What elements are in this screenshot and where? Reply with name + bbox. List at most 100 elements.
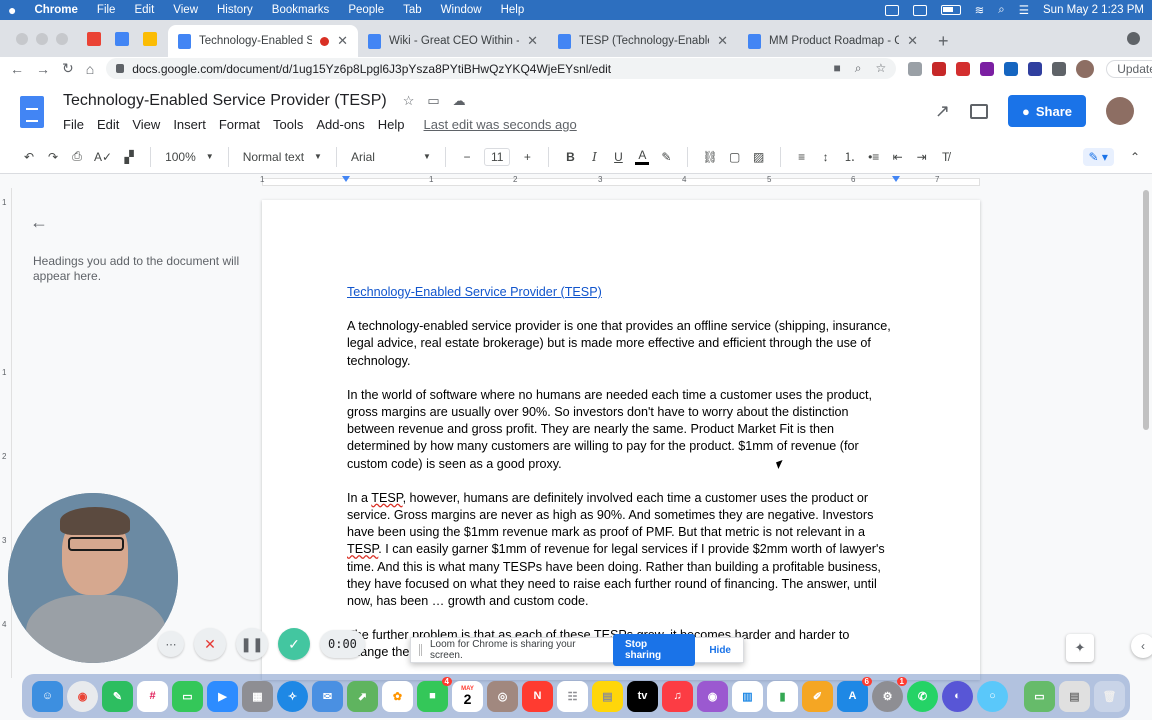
reminders-icon[interactable]: ☷ <box>557 680 588 712</box>
clock[interactable]: Sun May 2 1:23 PM <box>1043 4 1144 16</box>
add-comment-icon[interactable]: ▢ <box>728 150 742 164</box>
redo-icon[interactable]: ↷ <box>46 150 60 164</box>
finder-icon[interactable]: ☺ <box>32 680 63 712</box>
docs-menu-help[interactable]: Help <box>378 117 405 132</box>
cloud-status-icon[interactable]: ☁ <box>453 93 466 109</box>
wifi-icon[interactable]: ≋ <box>975 3 985 17</box>
tab-tesp-doc[interactable]: Technology-Enabled Servic ✕ <box>168 25 358 57</box>
document-stack-icon[interactable]: ▤ <box>1059 680 1090 712</box>
mail-icon[interactable]: ✉ <box>312 680 343 712</box>
app-store-icon[interactable]: A6 <box>837 676 872 712</box>
extension-icon[interactable] <box>908 61 923 76</box>
downloads-folder-icon[interactable]: ▭ <box>1024 680 1055 712</box>
url-text[interactable]: docs.google.com/document/d/1ug15Yz6p8Lpg… <box>132 62 825 76</box>
apple-icon[interactable]: ● <box>8 2 16 18</box>
docs-home-icon[interactable] <box>20 96 44 128</box>
chrome-icon[interactable]: ◉ <box>67 680 98 712</box>
highlight-icon[interactable]: ✎ <box>659 150 673 164</box>
menu-view[interactable]: View <box>173 4 198 16</box>
whatsapp-icon[interactable]: ✆ <box>907 680 938 712</box>
tab-search-icon[interactable] <box>1127 32 1140 45</box>
italic-icon[interactable]: I <box>587 150 601 164</box>
document-page[interactable]: Technology-Enabled Service Provider (TES… <box>262 200 980 680</box>
account-avatar[interactable] <box>1106 97 1134 125</box>
paragraph[interactable]: A technology-enabled service provider is… <box>347 318 892 370</box>
comment-history-icon[interactable] <box>970 103 988 119</box>
vertical-scrollbar[interactable] <box>1140 188 1152 678</box>
numbered-list-icon[interactable]: ⒈ <box>843 148 857 165</box>
system-preferences-icon[interactable]: ⚙ 1 <box>872 676 907 712</box>
messages-icon[interactable]: ▭ <box>172 680 203 712</box>
pinned-tab-drive[interactable] <box>138 27 162 51</box>
line-spacing-icon[interactable]: ↕ <box>819 150 833 164</box>
profile-avatar[interactable] <box>1076 59 1095 78</box>
bold-icon[interactable]: B <box>563 150 577 164</box>
stop-sharing-button[interactable]: Stop sharing <box>612 634 696 666</box>
menu-window[interactable]: Window <box>441 4 482 16</box>
paint-format-icon[interactable]: ▞ <box>122 150 136 164</box>
doc-title[interactable]: Technology-Enabled Service Provider (TES… <box>63 92 387 110</box>
docs-menu-format[interactable]: Format <box>219 117 260 132</box>
link-icon[interactable]: ⛓ <box>702 150 717 164</box>
document-body[interactable]: Technology-Enabled Service Provider (TES… <box>347 284 892 679</box>
minimize-window-button[interactable] <box>36 32 48 45</box>
home-icon[interactable]: ⌂ <box>86 61 94 77</box>
spellcheck-icon[interactable]: A✓ <box>94 150 112 164</box>
trash-icon[interactable]: 🗑 <box>1094 680 1125 712</box>
menu-edit[interactable]: Edit <box>134 4 154 16</box>
print-icon[interactable]: ⎙ <box>70 149 84 164</box>
paragraph[interactable]: In the world of software where no humans… <box>347 387 892 473</box>
podcasts-icon[interactable]: ◉ <box>697 680 728 712</box>
webcam-bubble[interactable] <box>8 493 178 663</box>
close-tab-icon[interactable]: ✕ <box>527 33 538 49</box>
star-icon[interactable]: ☆ <box>403 93 415 109</box>
close-window-button[interactable] <box>16 32 28 45</box>
menu-history[interactable]: History <box>217 4 253 16</box>
menu-app[interactable]: Chrome <box>34 4 77 16</box>
dropbox-icon[interactable] <box>912 4 927 16</box>
puzzle-icon[interactable] <box>1052 61 1067 76</box>
photos-icon[interactable]: ✿ <box>382 680 413 712</box>
docs-menu-insert[interactable]: Insert <box>173 117 206 132</box>
close-tab-icon[interactable]: ✕ <box>717 33 728 49</box>
close-outline-icon[interactable]: ← <box>30 212 48 233</box>
insert-image-icon[interactable]: ▨ <box>752 150 766 164</box>
launchpad-icon[interactable]: ▦ <box>242 680 273 712</box>
docs-menu-addons[interactable]: Add-ons <box>316 117 364 132</box>
omnibox[interactable]: docs.google.com/document/d/1ug15Yz6p8Lpg… <box>106 58 897 79</box>
underline-icon[interactable]: U <box>611 150 625 164</box>
decrease-indent-icon[interactable]: ⇤ <box>891 150 905 164</box>
extension-icon[interactable] <box>1004 61 1019 76</box>
share-button[interactable]: ● Share <box>1008 95 1086 127</box>
contacts-icon[interactable]: ◎ <box>487 680 518 712</box>
bookmark-star-icon[interactable]: ☆ <box>875 61 886 76</box>
notes-icon[interactable]: ▤ <box>592 680 623 712</box>
tab-tesp[interactable]: TESP (Technology-Enabled Se ✕ <box>548 25 738 57</box>
editing-mode-icon[interactable]: ✎ ▾ <box>1082 147 1114 166</box>
facetime-icon[interactable]: ■ 4 <box>417 676 452 712</box>
align-icon[interactable]: ≡ <box>795 150 809 164</box>
extension-icon[interactable] <box>1028 61 1043 76</box>
maps-icon[interactable]: ⬈ <box>347 680 378 712</box>
close-tab-icon[interactable]: ✕ <box>337 33 348 49</box>
loom-pause-button[interactable]: ❚❚ <box>236 628 268 660</box>
zoom-icon[interactable]: ⌕ <box>855 61 862 76</box>
side-panel-toggle-icon[interactable]: ‹ <box>1131 634 1152 658</box>
style-select[interactable]: Normal text ▼ <box>243 150 322 164</box>
evernote-icon[interactable]: ✎ <box>102 680 133 712</box>
spotlight-icon[interactable]: ⌕ <box>998 4 1004 17</box>
apple-tv-icon[interactable]: tv <box>627 680 658 712</box>
camera-icon[interactable]: ■ <box>833 61 840 76</box>
reload-icon[interactable]: ↻ <box>62 60 74 77</box>
decrease-font-size-icon[interactable]: − <box>460 150 474 164</box>
menu-bookmarks[interactable]: Bookmarks <box>272 4 330 16</box>
misspelled-word[interactable]: TESP <box>347 542 378 556</box>
calendar-app-icon[interactable]: MAY 2 <box>452 680 483 712</box>
zoom-app-icon[interactable]: ▶ <box>207 680 238 712</box>
font-size-input[interactable]: 11 <box>483 147 511 166</box>
back-icon[interactable]: ← <box>10 61 24 77</box>
docs-menu-edit[interactable]: Edit <box>97 117 119 132</box>
pinned-tab-gmail[interactable] <box>82 27 106 51</box>
zoom-select[interactable]: 100% ▼ <box>165 150 214 164</box>
font-select[interactable]: Arial ▼ <box>351 150 431 164</box>
